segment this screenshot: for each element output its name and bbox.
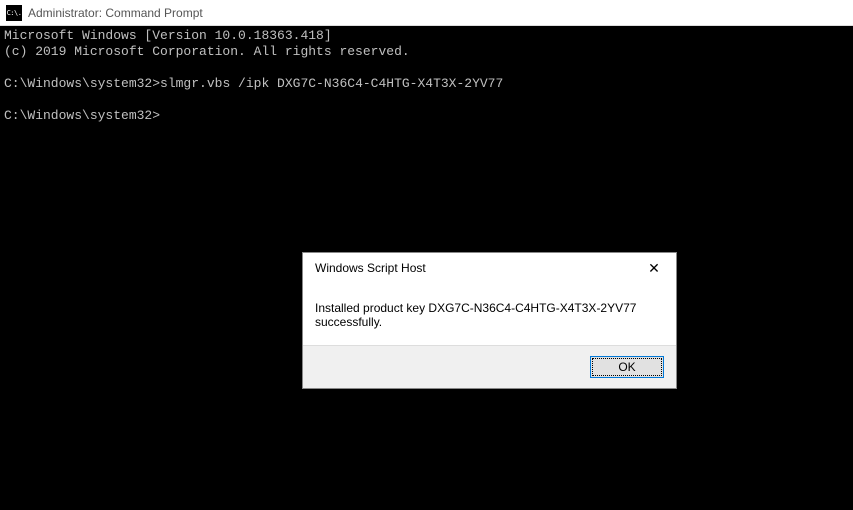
window-title: Administrator: Command Prompt [28,6,203,20]
message-dialog: Windows Script Host ✕ Installed product … [302,252,677,389]
window-titlebar: C:\. Administrator: Command Prompt [0,0,853,26]
close-icon: ✕ [648,260,660,277]
terminal-prompt: C:\Windows\system32> [4,76,160,91]
dialog-body: Installed product key DXG7C-N36C4-C4HTG-… [303,283,676,345]
close-button[interactable]: ✕ [632,253,676,283]
dialog-title: Windows Script Host [315,261,426,275]
cmd-icon: C:\. [6,5,22,21]
terminal-prompt: C:\Windows\system32> [4,108,160,123]
terminal-output[interactable]: Microsoft Windows [Version 10.0.18363.41… [0,26,853,126]
terminal-line: (c) 2019 Microsoft Corporation. All righ… [4,44,410,59]
terminal-line: Microsoft Windows [Version 10.0.18363.41… [4,28,332,43]
ok-button[interactable]: OK [590,356,664,378]
dialog-footer: OK [303,345,676,388]
dialog-message: Installed product key DXG7C-N36C4-C4HTG-… [315,301,636,329]
dialog-titlebar: Windows Script Host ✕ [303,253,676,283]
terminal-command: slmgr.vbs /ipk DXG7C-N36C4-C4HTG-X4T3X-2… [160,76,503,91]
